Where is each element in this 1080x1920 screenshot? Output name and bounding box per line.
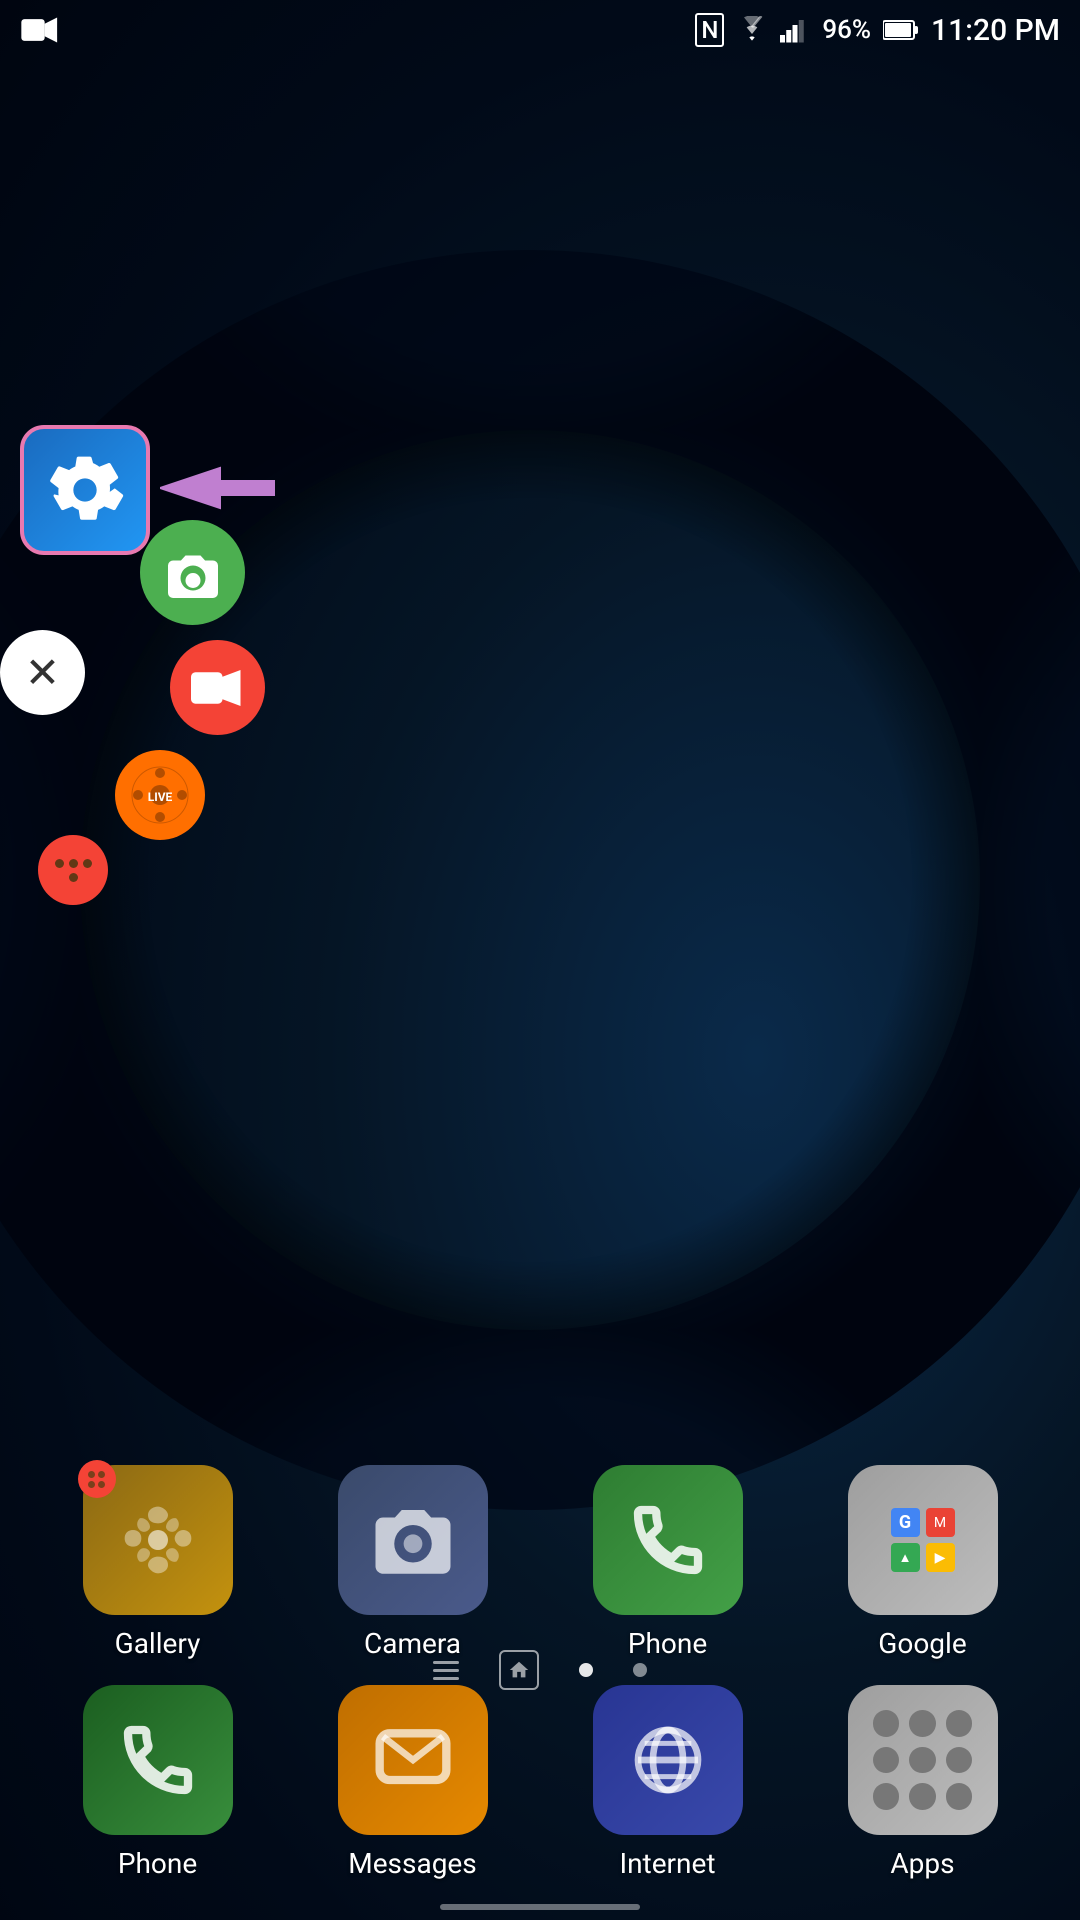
youtube-icon: ▶ xyxy=(926,1543,955,1572)
dock-phone[interactable]: Phone xyxy=(40,1685,275,1880)
apps-grid: Gallery Camera Phone G xyxy=(0,1465,1080,1660)
status-right: N 96% 11:20 PM xyxy=(695,13,1060,48)
battery-icon xyxy=(883,18,919,42)
dot3 xyxy=(83,859,92,868)
dock-phone-label: Phone xyxy=(118,1847,197,1880)
arrow-left-icon xyxy=(160,458,280,518)
phone-app-svg xyxy=(628,1500,708,1580)
svg-text:LIVE: LIVE xyxy=(148,790,173,804)
video-icon xyxy=(191,666,245,710)
apps-dot4 xyxy=(873,1747,900,1774)
status-time: 11:20 PM xyxy=(931,13,1060,48)
nav-dot-2[interactable] xyxy=(633,1663,647,1677)
apps-dot8 xyxy=(909,1783,936,1810)
signal-icon xyxy=(780,16,810,44)
dot1 xyxy=(55,859,64,868)
dot4 xyxy=(69,873,78,882)
dock-messages-label: Messages xyxy=(348,1847,476,1880)
floating-camera-button[interactable] xyxy=(140,520,245,625)
floating-video-button[interactable] xyxy=(170,640,265,735)
home-indicator xyxy=(440,1904,640,1910)
battery-percent: 96% xyxy=(822,15,871,45)
app-camera[interactable]: Camera xyxy=(295,1465,530,1660)
apps-dot7 xyxy=(873,1783,900,1810)
apps-dot6 xyxy=(946,1747,973,1774)
gallery-svg-icon xyxy=(118,1500,198,1580)
nav-menu-line1 xyxy=(433,1661,459,1664)
camera-app-svg xyxy=(368,1500,458,1580)
gallery-badge xyxy=(78,1460,116,1498)
dock-apps-icon xyxy=(848,1685,998,1835)
notification-dot xyxy=(38,835,108,905)
gallery-icon xyxy=(83,1465,233,1615)
settings-gear-icon xyxy=(45,450,125,530)
dock-internet-icon xyxy=(593,1685,743,1835)
camera-app-icon xyxy=(338,1465,488,1615)
phone-app-icon xyxy=(593,1465,743,1615)
app-google[interactable]: G M ▲ ▶ Google xyxy=(805,1465,1040,1660)
status-bar: N 96% 11:20 PM xyxy=(0,0,1080,60)
apps-dot1 xyxy=(873,1710,900,1737)
settings-icon-container[interactable] xyxy=(20,425,150,555)
google-g: G xyxy=(891,1508,920,1537)
nav-home-button[interactable] xyxy=(499,1650,539,1690)
gmail-icon: M xyxy=(926,1508,955,1537)
dock-internet-label: Internet xyxy=(619,1847,715,1880)
nav-dot-1[interactable] xyxy=(579,1663,593,1677)
maps-icon: ▲ xyxy=(891,1543,920,1572)
nav-menu-line3 xyxy=(433,1677,459,1680)
close-button[interactable]: ✕ xyxy=(0,630,85,715)
dock-phone-svg xyxy=(118,1720,198,1800)
dock-apps-label: Apps xyxy=(890,1847,954,1880)
wifi-icon xyxy=(736,16,768,44)
apps-dot5 xyxy=(909,1747,936,1774)
video-cam-icon xyxy=(20,16,60,44)
messages-svg xyxy=(373,1720,453,1800)
google-app-icon: G M ▲ ▶ xyxy=(848,1465,998,1615)
app-phone[interactable]: Phone xyxy=(550,1465,785,1660)
status-left xyxy=(20,16,60,44)
dock-messages-icon xyxy=(338,1685,488,1835)
dock: Phone Messages Internet xyxy=(0,1685,1080,1880)
home-icon xyxy=(508,1659,530,1681)
live-icon: LIVE xyxy=(130,765,190,825)
apps-dot9 xyxy=(946,1783,973,1810)
nfc-icon: N xyxy=(695,13,724,47)
nav-menu-line2 xyxy=(433,1669,459,1672)
floating-live-button[interactable]: LIVE xyxy=(115,750,205,840)
apps-dot3 xyxy=(946,1710,973,1737)
dock-messages[interactable]: Messages xyxy=(295,1685,530,1880)
dock-internet[interactable]: Internet xyxy=(550,1685,785,1880)
camera-icon xyxy=(163,548,223,598)
dot2 xyxy=(69,859,78,868)
app-gallery[interactable]: Gallery xyxy=(40,1465,275,1660)
dock-apps[interactable]: Apps xyxy=(805,1685,1040,1880)
apps-dot2 xyxy=(909,1710,936,1737)
nav-menu-button[interactable] xyxy=(433,1661,459,1680)
internet-svg xyxy=(628,1720,708,1800)
dock-phone-icon xyxy=(83,1685,233,1835)
